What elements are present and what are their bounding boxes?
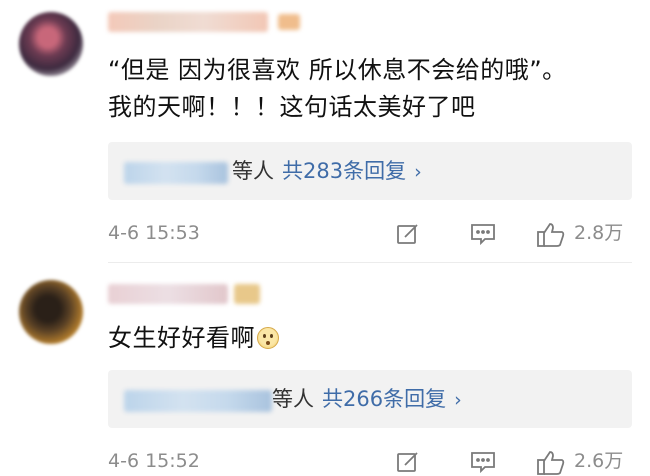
username-blurred[interactable] xyxy=(108,12,268,32)
reply-summary-text: 等人 共266条回复 › xyxy=(272,384,462,415)
edit-icon[interactable] xyxy=(396,222,420,246)
user-badge-icon xyxy=(234,284,260,304)
comment-time: 4-6 15:53 xyxy=(108,222,200,244)
comment-item: 女生好好看啊 等人 共266条回复 › 4-6 15:52 2.6万 xyxy=(0,262,650,475)
reply-count-link[interactable]: 共266条回复 xyxy=(322,387,446,411)
user-badge-icon xyxy=(278,14,300,30)
comment-text: 女生好好看啊 xyxy=(108,320,632,357)
like-icon[interactable] xyxy=(536,450,566,476)
like-icon[interactable] xyxy=(536,222,566,248)
comment-text-line: 我的天啊！！！这句话太美好了吧 xyxy=(108,93,476,121)
avatar[interactable] xyxy=(19,280,83,344)
pleading-face-emoji-icon xyxy=(257,327,279,349)
reply-count-link[interactable]: 共283条回复 xyxy=(282,159,406,183)
edit-icon[interactable] xyxy=(396,450,420,474)
username-blurred[interactable] xyxy=(108,284,228,304)
comment-icon[interactable] xyxy=(470,450,496,474)
comment-text-line: 女生好好看啊 xyxy=(108,320,632,357)
comment-item: “但是 因为很喜欢 所以休息不会给的哦”。 我的天啊！！！这句话太美好了吧 等人… xyxy=(0,0,650,262)
comment-text-content: 女生好好看啊 xyxy=(108,324,255,352)
reply-summary[interactable]: 等人 共283条回复 › xyxy=(108,142,632,200)
reply-usernames-blurred xyxy=(124,162,228,184)
chevron-right-icon[interactable]: › xyxy=(454,389,462,411)
avatar[interactable] xyxy=(19,12,83,76)
comment-text-line: “但是 因为很喜欢 所以休息不会给的哦”。 xyxy=(108,56,567,84)
comment-text: “但是 因为很喜欢 所以休息不会给的哦”。 我的天啊！！！这句话太美好了吧 xyxy=(108,52,632,126)
reply-usernames-blurred xyxy=(124,390,272,412)
reply-who: 等人 xyxy=(272,387,314,411)
reply-summary-text: 等人 共283条回复 › xyxy=(232,156,422,187)
chevron-right-icon[interactable]: › xyxy=(414,161,422,183)
comment-icon[interactable] xyxy=(470,222,496,246)
reply-who: 等人 xyxy=(232,159,274,183)
comment-meta: 4-6 15:53 2.8万 xyxy=(108,218,632,248)
reply-summary[interactable]: 等人 共266条回复 › xyxy=(108,370,632,428)
like-count: 2.8万 xyxy=(574,222,624,244)
